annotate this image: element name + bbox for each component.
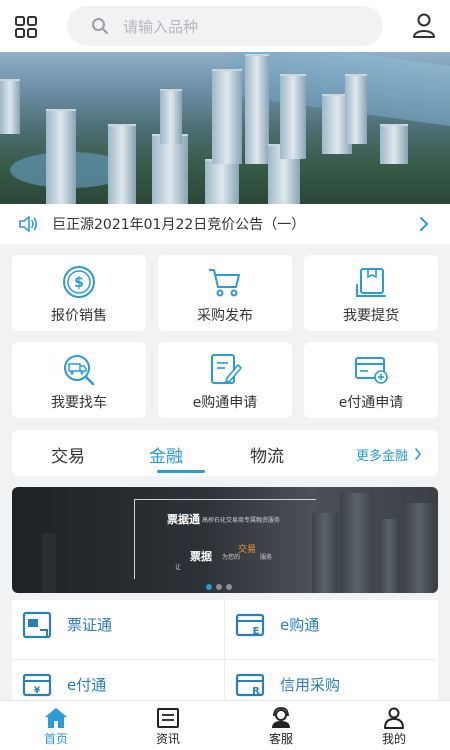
banner-building <box>378 519 400 593</box>
promo-highlight-suffix: 服务 <box>260 554 273 561</box>
shopping-cart-icon <box>209 269 240 297</box>
banner-building <box>205 159 239 204</box>
banner-building <box>42 533 56 593</box>
card-label: 我要提货 <box>343 308 399 324</box>
promo-highlight: 交易 <box>238 545 257 555</box>
promo-subtitle: 高桥石化交易商专属融资服务 <box>202 517 281 524</box>
banner-building <box>345 74 367 144</box>
svg-text:$: $ <box>74 275 84 291</box>
news-icon <box>157 708 179 728</box>
e-purchase-icon: E <box>235 613 265 637</box>
banner-building <box>108 124 136 204</box>
more-finance-link[interactable]: 更多金融 <box>356 445 422 464</box>
profile-icon <box>384 707 404 729</box>
service-label: e购通 <box>280 616 320 634</box>
bottom-navigation: 首页 资讯 客服 我的 <box>0 700 450 750</box>
svg-text:R: R <box>252 686 260 697</box>
nav-customer-service[interactable]: 客服 <box>225 701 337 750</box>
tab-finance[interactable]: 金融 <box>149 442 183 467</box>
svg-text:¥: ¥ <box>34 686 41 696</box>
nav-label: 我的 <box>381 732 406 746</box>
city-banner-image[interactable] <box>0 52 450 204</box>
pickup-goods-button[interactable]: 我要提货 <box>304 255 438 331</box>
tab-trade[interactable]: 交易 <box>51 442 85 467</box>
banner-building <box>160 89 182 144</box>
truck-search-icon <box>64 355 95 386</box>
tab-logistics[interactable]: 物流 <box>250 442 284 467</box>
chevron-right-icon <box>415 448 422 460</box>
user-icon[interactable] <box>412 13 436 39</box>
card-label: 采购发布 <box>197 308 253 324</box>
card-add-icon <box>355 357 388 384</box>
banner-building <box>152 134 188 204</box>
chevron-right-icon[interactable] <box>418 216 430 232</box>
search-input[interactable]: 请输入品种 <box>67 6 383 46</box>
banner-building <box>212 69 242 164</box>
nav-profile[interactable]: 我的 <box>338 701 450 750</box>
speaker-icon <box>19 216 38 232</box>
banner-frame <box>134 499 316 579</box>
purchase-publish-button[interactable]: 采购发布 <box>158 255 292 331</box>
quote-sales-button[interactable]: $ 报价销售 <box>12 255 146 331</box>
carousel-dot[interactable] <box>216 584 222 590</box>
find-truck-button[interactable]: 我要找车 <box>12 342 146 418</box>
customer-service-icon <box>272 707 290 728</box>
search-placeholder: 请输入品种 <box>123 18 199 36</box>
ticket-icon <box>22 611 52 639</box>
search-icon <box>92 18 108 34</box>
nav-home[interactable]: 首页 <box>0 701 112 750</box>
banner-building <box>46 109 76 204</box>
e-purchase-apply-button[interactable]: e购通申请 <box>158 342 292 418</box>
banner-building <box>380 124 408 164</box>
announcement-bar[interactable]: 巨正源2021年01月22日竞价公告（一） <box>0 204 450 244</box>
announcement-text: 巨正源2021年01月22日竞价公告（一） <box>52 217 306 233</box>
svg-text:E: E <box>253 626 260 637</box>
banner-building <box>340 493 374 593</box>
e-purchase-service-item[interactable]: E e购通 <box>225 600 437 660</box>
banner-building <box>0 79 20 134</box>
dollar-coin-icon: $ <box>63 266 95 298</box>
document-edit-icon <box>211 354 242 384</box>
carousel-dot[interactable] <box>206 584 212 590</box>
bill-service-banner[interactable]: 票据通 高桥石化交易商专属融资服务 让 票据 为您的 交易 服务 <box>12 487 438 593</box>
promo-prefix: 让 <box>175 564 182 571</box>
more-finance-label: 更多金融 <box>356 449 409 464</box>
service-label: 信用采购 <box>280 676 341 694</box>
nav-label: 首页 <box>43 732 68 746</box>
active-tab-indicator <box>157 470 205 473</box>
nav-label: 客服 <box>268 732 293 746</box>
promo-title-secondary: 票据 <box>190 550 212 563</box>
banner-building <box>404 503 434 593</box>
e-pay-icon: ¥ <box>22 673 52 697</box>
credit-purchase-icon: R <box>235 673 265 697</box>
banner-building <box>280 74 306 159</box>
service-label: 票证通 <box>67 616 113 634</box>
card-label: 报价销售 <box>51 308 107 324</box>
service-label: e付通 <box>67 676 107 694</box>
e-pay-apply-button[interactable]: e付通申请 <box>304 342 438 418</box>
e-pay-service-item[interactable]: ¥ e付通 <box>12 660 224 700</box>
nav-label: 资讯 <box>155 732 180 746</box>
grid-menu-icon[interactable] <box>14 15 38 39</box>
promo-title: 票据通 <box>167 513 200 526</box>
carousel-indicator <box>206 575 236 593</box>
card-label: 我要找车 <box>51 395 107 411</box>
nav-news[interactable]: 资讯 <box>112 701 224 750</box>
banner-building <box>245 54 269 164</box>
home-icon <box>45 708 67 728</box>
ticket-service-item[interactable]: 票证通 <box>12 600 224 660</box>
top-bar: 请输入品种 <box>0 0 450 52</box>
credit-purchase-service-item[interactable]: R 信用采购 <box>225 660 437 700</box>
card-label: e购通申请 <box>192 395 258 411</box>
finance-services-grid: 票证通 E e购通 ¥ e付通 R 信用采购 <box>12 600 438 700</box>
package-box-icon <box>356 268 386 297</box>
carousel-dot[interactable] <box>226 584 232 590</box>
category-tabs: 交易 金融 物流 更多金融 <box>12 430 438 476</box>
card-label: e付通申请 <box>338 395 404 411</box>
